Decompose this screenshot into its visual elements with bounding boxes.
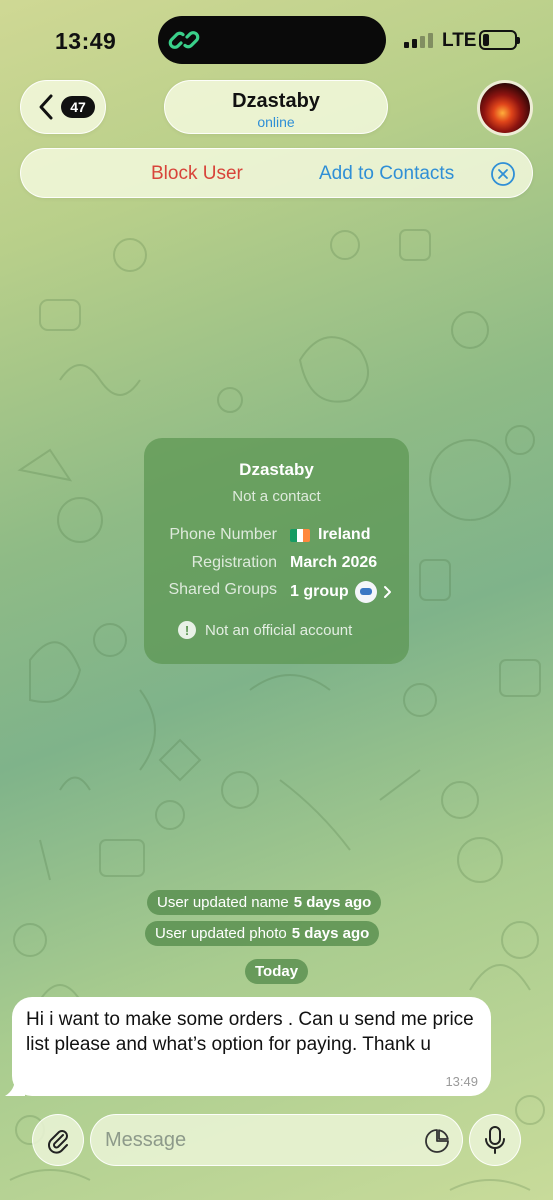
message-time: 13:49	[445, 1074, 478, 1089]
avatar[interactable]	[477, 80, 533, 136]
sticker-icon[interactable]	[424, 1128, 450, 1154]
date-separator: Today	[245, 959, 309, 984]
user-info-card: Dzastaby Not a contact Phone Number Irel…	[144, 438, 409, 664]
info-card-name: Dzastaby	[239, 460, 314, 479]
chat-name: Dzastaby	[232, 90, 320, 112]
info-row-label: Phone Number	[169, 526, 277, 543]
official-account-note: ! Not an official account	[178, 621, 352, 639]
back-button[interactable]: 47	[20, 80, 106, 134]
ireland-flag-icon	[290, 528, 310, 542]
battery-icon	[479, 30, 520, 50]
attach-button[interactable]	[32, 1114, 84, 1166]
paperclip-icon	[48, 1130, 68, 1154]
official-note-text: Not an official account	[205, 621, 353, 639]
microphone-icon	[485, 1126, 505, 1154]
chevron-left-icon	[39, 94, 53, 120]
info-row-label: Registration	[191, 554, 277, 571]
info-row-value: 1 group	[290, 583, 349, 600]
link-icon	[168, 31, 200, 49]
dynamic-island	[158, 16, 386, 64]
status-time: 13:49	[55, 28, 117, 54]
message-input[interactable]	[105, 1127, 405, 1153]
message-text: Hi i want to make some orders . Can u se…	[26, 1009, 474, 1055]
service-message: User updated name 5 days ago	[147, 890, 382, 915]
contact-action-bar: Block User Add to Contacts	[20, 148, 533, 198]
info-row-value: Ireland	[318, 526, 371, 543]
block-user-button[interactable]: Block User	[151, 163, 243, 185]
service-message: User updated photo 5 days ago	[145, 921, 380, 946]
info-row-label: Shared Groups	[168, 581, 277, 598]
chevron-right-icon	[383, 586, 391, 598]
chat-title[interactable]: Dzastaby online	[164, 80, 388, 134]
info-card-subtitle: Not a contact	[232, 488, 321, 505]
close-icon[interactable]	[490, 161, 516, 187]
chat-status: online	[257, 114, 295, 130]
incoming-message-bubble[interactable]: Hi i want to make some orders . Can u se…	[12, 997, 491, 1096]
network-type: LTE	[442, 30, 477, 51]
microphone-button[interactable]	[469, 1114, 521, 1166]
exclamation-icon: !	[178, 621, 196, 639]
unread-count-badge: 47	[61, 96, 95, 118]
add-to-contacts-button[interactable]: Add to Contacts	[319, 163, 454, 185]
group-avatar-icon	[354, 581, 377, 603]
info-row-value: March 2026	[290, 554, 378, 571]
cellular-signal-icon	[404, 33, 433, 48]
message-input-field[interactable]	[90, 1114, 463, 1166]
